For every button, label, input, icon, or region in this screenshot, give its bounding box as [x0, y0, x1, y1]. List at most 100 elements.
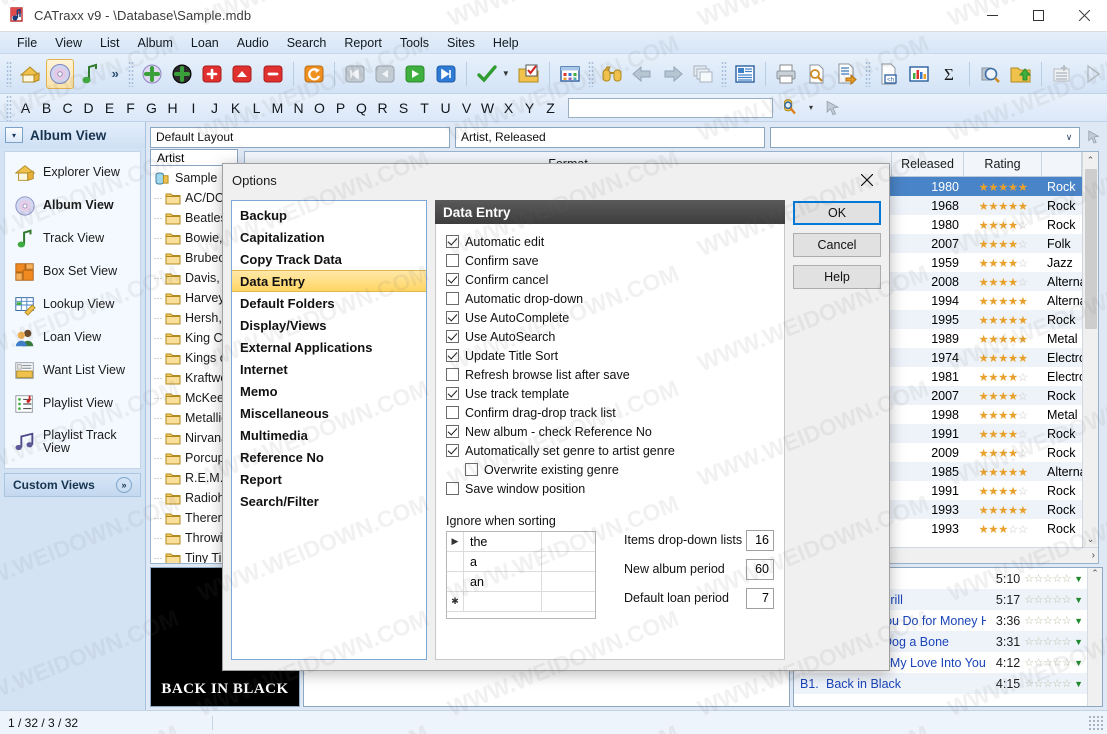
checkbox-box[interactable] [446, 482, 459, 495]
filter-combo[interactable]: ∨ [770, 126, 1080, 148]
options-category-report[interactable]: Report [232, 468, 426, 490]
alpha-letter-z[interactable]: Z [540, 100, 561, 116]
alpha-letter-c[interactable]: C [57, 100, 78, 116]
track-rating[interactable]: ☆☆☆☆☆ [1020, 614, 1071, 627]
sidebar-item-box-set-view[interactable]: Box Set View [5, 255, 140, 288]
alpha-letter-f[interactable]: F [120, 100, 141, 116]
menu-album[interactable]: Album [128, 34, 181, 52]
confirm-dropdown-caret[interactable]: ▼ [502, 69, 514, 78]
sum-icon[interactable]: Σ [935, 59, 963, 89]
track-menu-caret[interactable]: ▼ [1071, 595, 1087, 605]
options-category-miscellaneous[interactable]: Miscellaneous [232, 402, 426, 424]
alpha-letter-a[interactable]: A [15, 100, 36, 116]
list-add-icon[interactable] [1048, 59, 1076, 89]
search-input-wrapper[interactable] [568, 97, 773, 118]
alpha-letter-j[interactable]: J [204, 100, 225, 116]
alpha-letter-t[interactable]: T [414, 100, 435, 116]
toolbar-overflow-chevron[interactable]: » [106, 66, 125, 81]
alpha-letter-o[interactable]: O [309, 100, 330, 116]
ignore-sort-row[interactable]: ✱ [447, 592, 595, 612]
numeric-input[interactable]: 16 [746, 529, 774, 551]
checkbox-box[interactable] [465, 463, 478, 476]
scroll-thumb[interactable] [1084, 169, 1097, 329]
options-category-data-entry[interactable]: Data Entry [232, 270, 426, 292]
alpha-letter-l[interactable]: L [246, 100, 267, 116]
alpha-letter-i[interactable]: I [183, 100, 204, 116]
numeric-input[interactable]: 60 [746, 558, 774, 580]
options-category-copy-track-data[interactable]: Copy Track Data [232, 248, 426, 270]
checkbox-overwrite-existing-genre[interactable]: Overwrite existing genre [446, 460, 774, 479]
checkbox-box[interactable] [446, 330, 459, 343]
sidebar-item-album-view[interactable]: Album View [5, 189, 140, 222]
ignore-sort-row[interactable]: a [447, 552, 595, 572]
sidebar-item-track-view[interactable]: Track View [5, 222, 140, 255]
sidebar-item-playlist-view[interactable]: Playlist View [5, 387, 140, 420]
menu-file[interactable]: File [8, 34, 46, 52]
alpha-letter-m[interactable]: M [267, 100, 288, 116]
ignore-sorting-grid[interactable]: ▶ the a an ✱ [446, 531, 596, 619]
binoculars-icon[interactable] [598, 59, 626, 89]
open-folder-green-icon[interactable] [1006, 59, 1034, 89]
add-album-circle-icon[interactable] [138, 59, 166, 89]
checkbox-box[interactable] [446, 311, 459, 324]
track-row[interactable]: B1. Back in Black 4:15 ☆☆☆☆☆ ▼ [794, 673, 1087, 694]
close-button[interactable] [1061, 0, 1107, 32]
html-export-icon[interactable]: <h [875, 59, 903, 89]
track-menu-caret[interactable]: ▼ [1071, 679, 1087, 689]
alphabar-grip[interactable] [6, 94, 12, 121]
checkbox-update-title-sort[interactable]: Update Title Sort [446, 346, 774, 365]
checkbox-automatically-set-genre-to-artist-genre[interactable]: Automatically set genre to artist genre [446, 441, 774, 460]
ignore-sort-row[interactable]: ▶ the [447, 532, 595, 552]
print-icon[interactable] [772, 59, 800, 89]
scroll-down-arrow[interactable]: ⌄ [1083, 531, 1099, 547]
prev-record-icon[interactable] [371, 59, 399, 89]
alpha-letter-h[interactable]: H [162, 100, 183, 116]
track-rating[interactable]: ☆☆☆☆☆ [1020, 677, 1071, 690]
minimize-button[interactable] [969, 0, 1015, 32]
sort-combo[interactable]: Artist, Released [455, 126, 765, 148]
search-magnifier-icon[interactable] [774, 93, 804, 123]
options-category-capitalization[interactable]: Capitalization [232, 226, 426, 248]
checkbox-confirm-cancel[interactable]: Confirm cancel [446, 270, 774, 289]
chart-icon[interactable] [905, 59, 933, 89]
track-scroll-up[interactable]: ⌃ [1088, 568, 1102, 579]
checkbox-new-album-check-reference-no[interactable]: New album - check Reference No [446, 422, 774, 441]
layout-combo[interactable]: Default Layout [150, 126, 450, 148]
play-grey-icon[interactable] [1078, 59, 1106, 89]
alpha-letter-n[interactable]: N [288, 100, 309, 116]
row-value[interactable] [464, 592, 542, 611]
grid-vertical-scrollbar[interactable]: ⌃ ⌄ [1082, 152, 1098, 547]
scroll-up-arrow[interactable]: ⌃ [1083, 152, 1099, 168]
checkbox-box[interactable] [446, 444, 459, 457]
add-track-circle-icon[interactable] [168, 59, 196, 89]
edit-folder-icon[interactable] [515, 59, 543, 89]
resize-grip[interactable] [1088, 714, 1104, 731]
options-category-search-filter[interactable]: Search/Filter [232, 490, 426, 512]
menu-loan[interactable]: Loan [182, 34, 228, 52]
alpha-letter-q[interactable]: Q [351, 100, 372, 116]
track-rating[interactable]: ☆☆☆☆☆ [1020, 593, 1071, 606]
menu-list[interactable]: List [91, 34, 128, 52]
alpha-letter-w[interactable]: W [477, 100, 498, 116]
sidebar-item-playlist-track-view[interactable]: Playlist Track View [5, 420, 140, 464]
checkbox-box[interactable] [446, 235, 459, 248]
track-menu-caret[interactable]: ▼ [1071, 658, 1087, 668]
checkbox-refresh-browse-list-after-save[interactable]: Refresh browse list after save [446, 365, 774, 384]
alpha-letter-p[interactable]: P [330, 100, 351, 116]
sidebar-custom-views-header[interactable]: Custom Views » [4, 473, 141, 497]
sidebar-dropdown-button[interactable]: ▾ [5, 127, 23, 143]
music-note-icon[interactable] [76, 59, 104, 89]
sidebar-item-want-list-view[interactable]: Want List View [5, 354, 140, 387]
alpha-letter-e[interactable]: E [99, 100, 120, 116]
toolbar-grip-5[interactable] [864, 60, 871, 87]
grid-col-rating[interactable]: Rating [964, 152, 1042, 176]
cancel-button[interactable]: Cancel [793, 233, 881, 257]
alpha-letter-u[interactable]: U [435, 100, 456, 116]
menu-audio[interactable]: Audio [228, 34, 278, 52]
refresh-orange-icon[interactable] [300, 59, 328, 89]
add-red-icon[interactable] [198, 59, 226, 89]
options-category-multimedia[interactable]: Multimedia [232, 424, 426, 446]
options-category-backup[interactable]: Backup [232, 204, 426, 226]
menu-tools[interactable]: Tools [391, 34, 438, 52]
details-view-icon[interactable] [731, 59, 759, 89]
